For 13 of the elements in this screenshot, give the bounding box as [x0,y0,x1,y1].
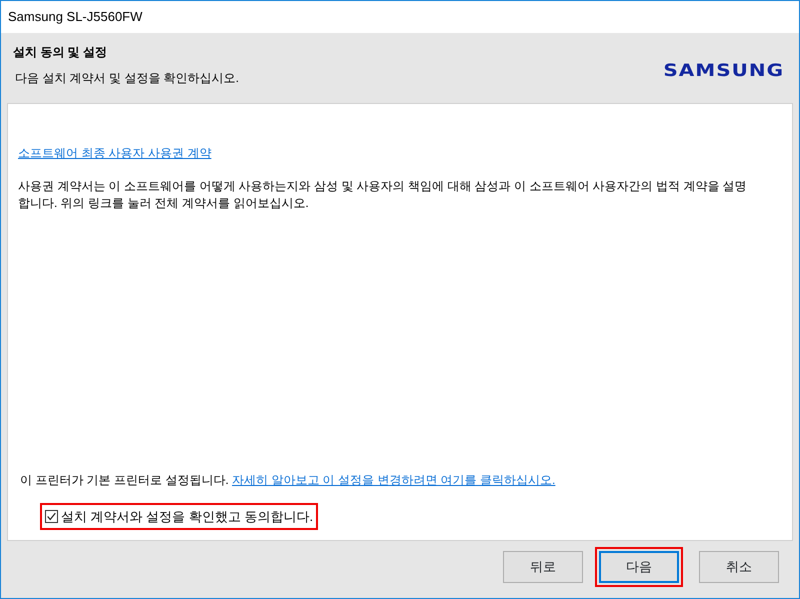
header-title: 설치 동의 및 설정 [13,44,108,61]
window-title: Samsung SL-J5560FW [8,8,142,26]
description-text: 사용권 계약서는 이 소프트웨어를 어떻게 사용하는지와 삼성 및 사용자의 책임에 대해 삼성과 이 소프트웨어 사용자간의 법적 계약을 설명합니다. 위의 링크를 눌러 전체 계약서를 읽어보십시오. [18,178,748,212]
header-subtitle: 다음 설치 계약서 및 설정을 확인하십시오. [14,70,240,87]
license-link[interactable]: 소프트웨어 최종 사용자 사용권 계약 [18,146,212,160]
change-setting-link[interactable]: 자세히 알아보고 이 설정을 변경하려면 여기를 클릭하십시오. [232,472,556,486]
checkbox-icon[interactable] [45,510,58,523]
agree-checkbox[interactable]: 설치 계약서와 설정을 확인했고 동의합니다. [40,502,318,530]
dialog-button[interactable]: 뒤로 [503,550,583,582]
dialog-button[interactable]: 다음 [599,550,679,582]
logo: SAMSUNG [663,58,784,82]
dialog-button[interactable]: 취소 [699,550,779,582]
default-printer-text: 이 프린터가 기본 프린터로 설정됩니다. 자세히 알아보고 이 설정을 변경하려면 여기를 클릭하십시오. [19,472,556,488]
